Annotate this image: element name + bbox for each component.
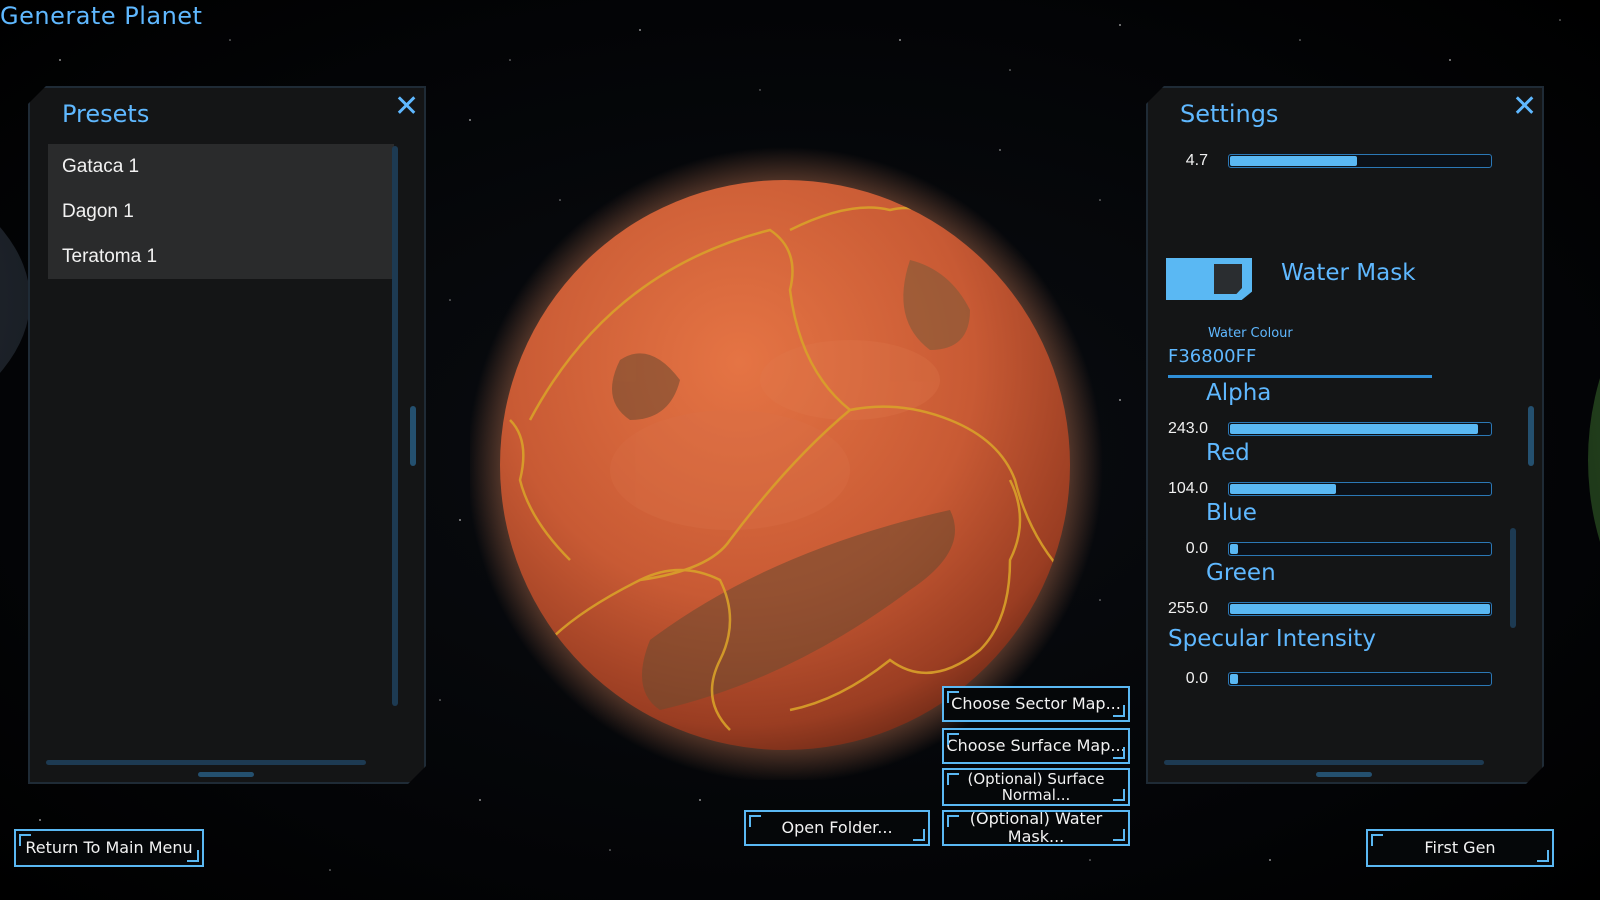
- presets-scrollbar-handle[interactable]: [410, 406, 416, 466]
- left-planet-edge: [0, 227, 30, 373]
- specular-intensity-label: Specular Intensity: [1168, 626, 1376, 652]
- choose-sector-map-button[interactable]: Choose Sector Map...: [942, 686, 1130, 722]
- choose-surface-map-button[interactable]: Choose Surface Map...: [942, 728, 1130, 764]
- preset-item-gataca-1[interactable]: Gataca 1: [48, 144, 394, 189]
- settings-title: Settings: [1180, 100, 1279, 128]
- close-settings-icon[interactable]: ✕: [1512, 92, 1537, 122]
- page-title: Generate Planet: [0, 2, 203, 30]
- presets-hscrollbar[interactable]: [46, 760, 366, 765]
- water-mask-label: Water Mask: [1281, 260, 1416, 286]
- presets-title: Presets: [62, 100, 150, 128]
- slider-fill: [1230, 604, 1490, 614]
- presets-scrollbar-track[interactable]: [392, 146, 398, 706]
- green-slider[interactable]: [1228, 602, 1492, 616]
- toggle-knob: [1214, 264, 1242, 294]
- blue-label: Blue: [1206, 500, 1257, 526]
- first-gen-button[interactable]: First Gen: [1366, 829, 1554, 867]
- close-presets-icon[interactable]: ✕: [394, 92, 419, 122]
- planet-preview[interactable]: [470, 140, 1110, 780]
- slider-value: 4.7: [1185, 152, 1208, 169]
- red-value: 104.0: [1167, 480, 1208, 497]
- open-folder-button[interactable]: Open Folder...: [744, 810, 930, 846]
- green-label: Green: [1206, 560, 1276, 586]
- blue-slider[interactable]: [1228, 542, 1492, 556]
- slider-fill: [1230, 424, 1478, 434]
- settings-hscrollbar[interactable]: [1164, 760, 1484, 765]
- settings-panel: Settings ✕ 4.7 Water Mask Water Colour F…: [1146, 86, 1544, 784]
- settings-hscrollbar-handle[interactable]: [1316, 772, 1372, 777]
- water-mask-button[interactable]: (Optional) Water Mask...: [942, 810, 1130, 846]
- settings-scrollbar-track[interactable]: [1510, 528, 1516, 628]
- red-label: Red: [1206, 440, 1250, 466]
- presets-panel: Presets ✕ Gataca 1 Dagon 1 Teratoma 1: [28, 86, 426, 784]
- right-planet-edge: [1588, 378, 1600, 542]
- red-slider[interactable]: [1228, 482, 1492, 496]
- slider-fill: [1230, 156, 1357, 166]
- presets-hscrollbar-handle[interactable]: [198, 772, 254, 777]
- top-slider[interactable]: [1228, 154, 1492, 168]
- slider-fill: [1230, 674, 1238, 684]
- alpha-value: 243.0: [1167, 420, 1208, 437]
- water-colour-input[interactable]: F36800FF: [1168, 346, 1432, 378]
- return-to-main-menu-button[interactable]: Return To Main Menu: [14, 829, 204, 867]
- preset-item-dagon-1[interactable]: Dagon 1: [48, 189, 394, 234]
- water-colour-label: Water Colour: [1208, 326, 1293, 341]
- preset-item-teratoma-1[interactable]: Teratoma 1: [48, 234, 394, 279]
- settings-scrollbar-handle[interactable]: [1528, 406, 1534, 466]
- blue-value: 0.0: [1185, 540, 1208, 557]
- alpha-slider[interactable]: [1228, 422, 1492, 436]
- slider-fill: [1230, 484, 1336, 494]
- water-mask-toggle[interactable]: [1166, 258, 1252, 300]
- slider-fill: [1230, 544, 1238, 554]
- specular-value: 0.0: [1185, 670, 1208, 687]
- green-value: 255.0: [1167, 600, 1208, 617]
- specular-slider[interactable]: [1228, 672, 1492, 686]
- surface-normal-button[interactable]: (Optional) Surface Normal...: [942, 768, 1130, 806]
- alpha-label: Alpha: [1206, 380, 1272, 406]
